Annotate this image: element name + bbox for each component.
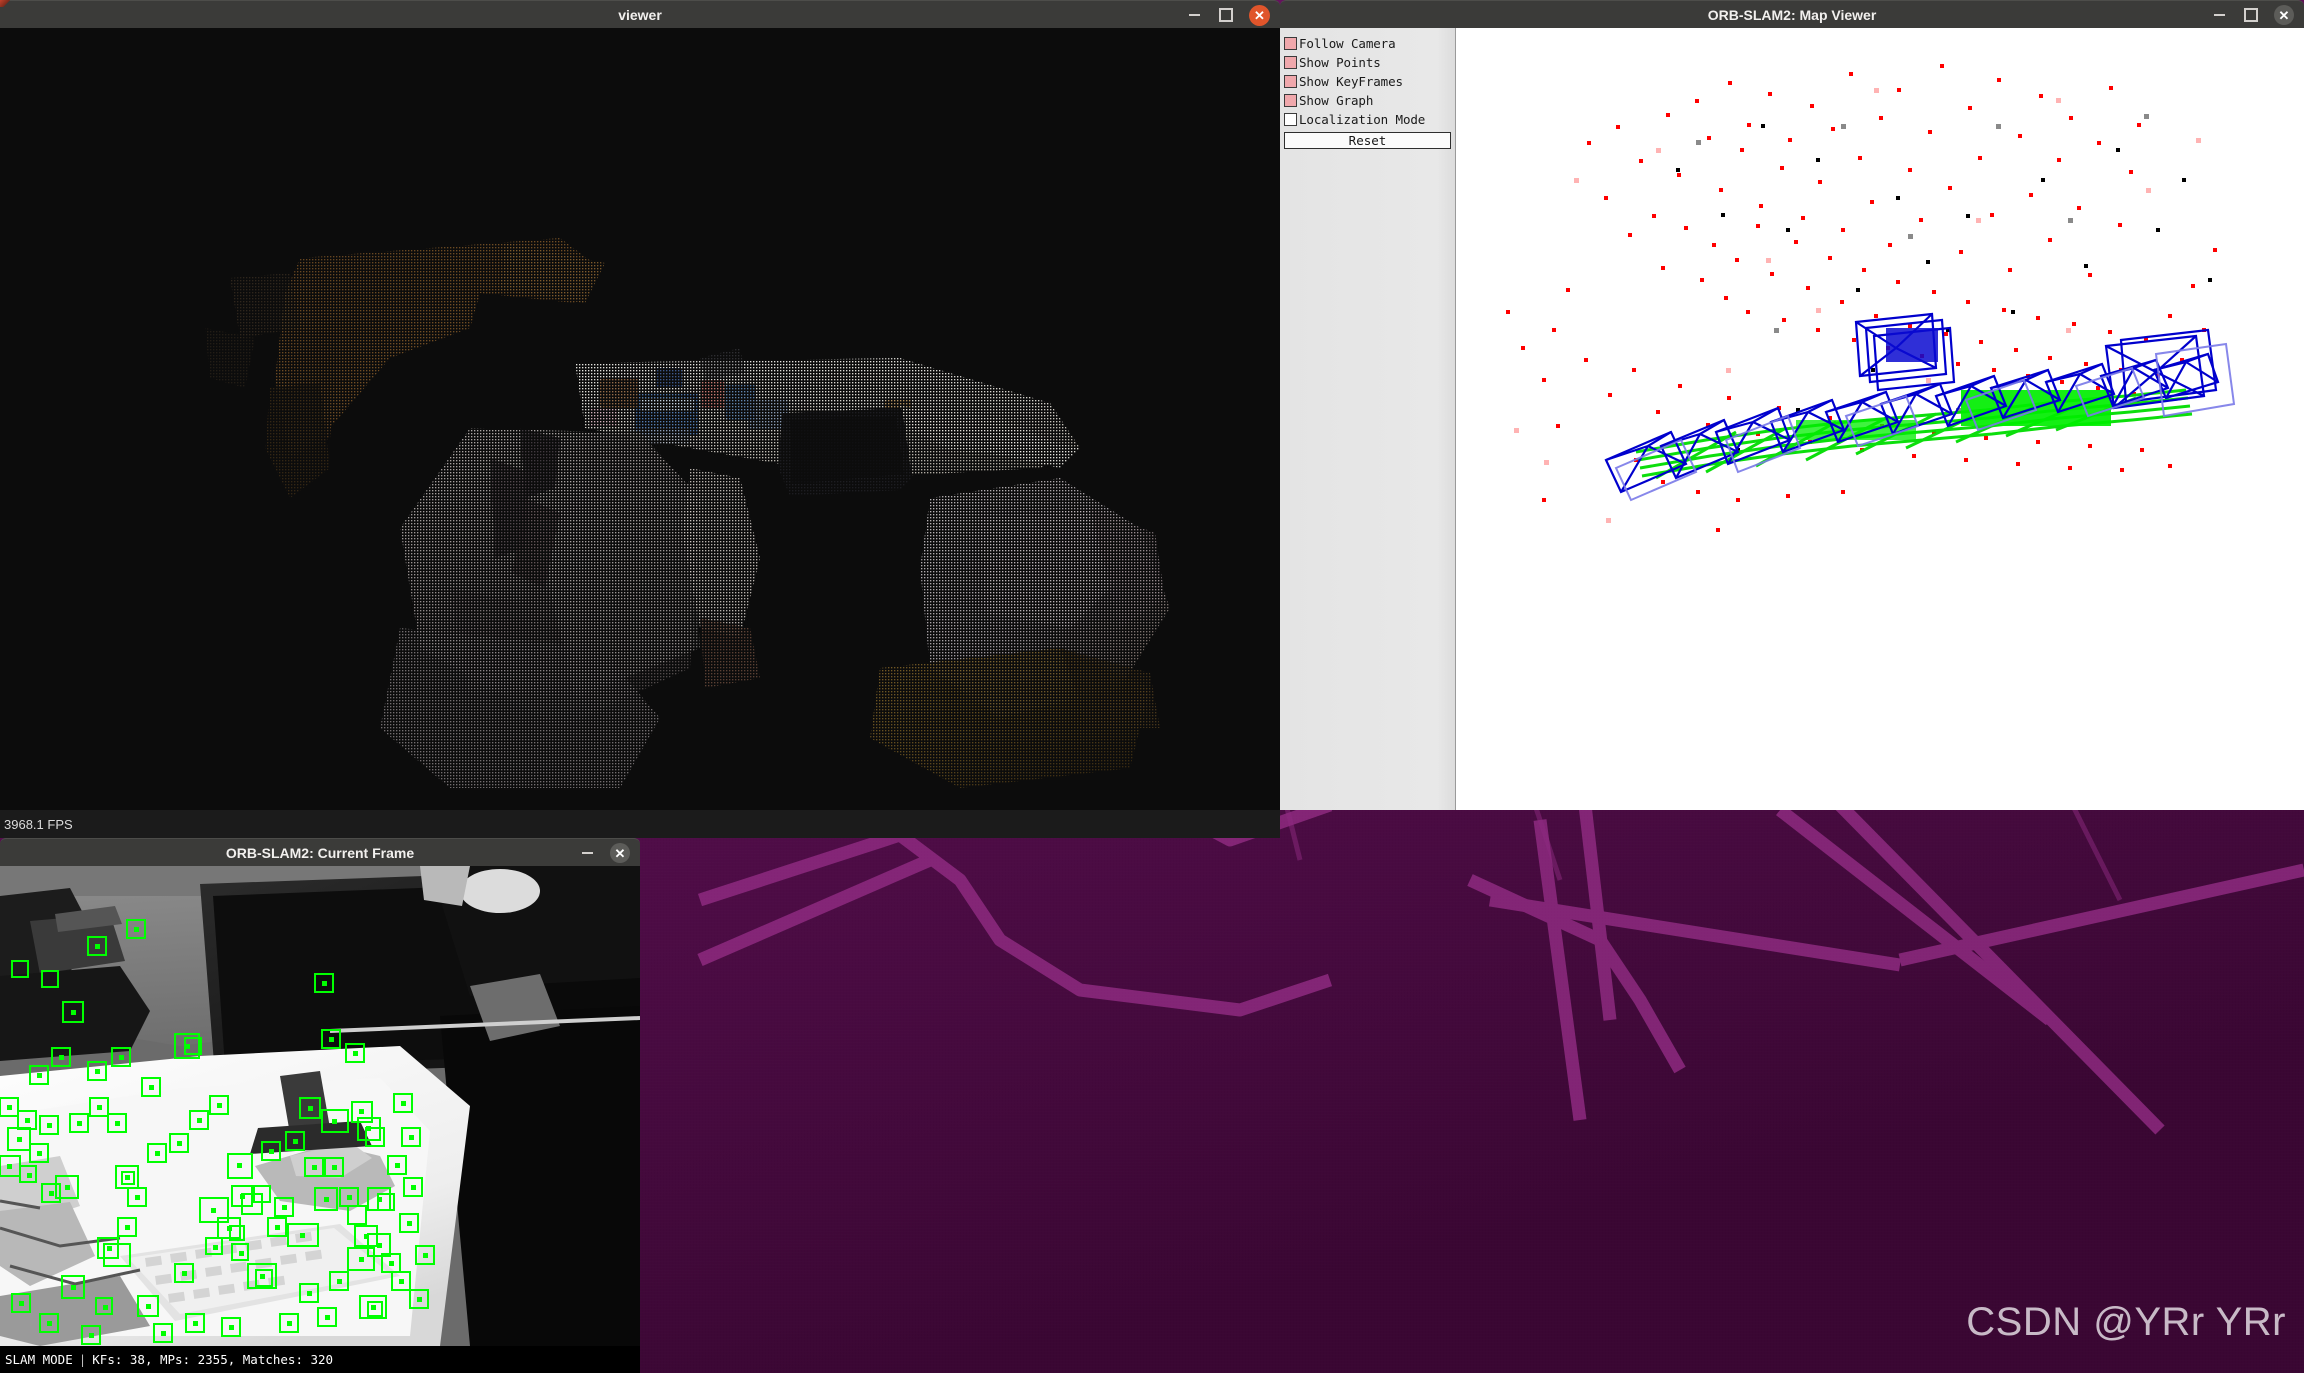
corner-accent <box>0 0 10 7</box>
viewer-window-controls[interactable]: ✕ <box>1185 1 1270 29</box>
minimize-icon[interactable] <box>1185 6 1203 24</box>
checkbox-icon[interactable] <box>1284 75 1297 88</box>
window-viewer[interactable]: viewer ✕ 3968.1 FPS <box>0 0 1280 838</box>
pointcloud-render <box>0 28 1280 810</box>
minimize-icon[interactable] <box>578 844 596 862</box>
maximize-icon[interactable] <box>1217 6 1235 24</box>
checkbox-label: Show Points <box>1299 55 1381 70</box>
window-current-frame[interactable]: ORB-SLAM2: Current Frame ✕ SLAM MODE | K… <box>0 838 640 1373</box>
current-frame-titlebar[interactable]: ORB-SLAM2: Current Frame ✕ <box>0 838 640 866</box>
reset-button-label: Reset <box>1348 133 1387 148</box>
checkbox-label: Show Graph <box>1299 93 1374 108</box>
map-render <box>1456 28 2304 810</box>
checkbox-label: Show KeyFrames <box>1299 74 1403 89</box>
checkbox-icon[interactable] <box>1284 94 1297 107</box>
maximize-icon[interactable] <box>2242 6 2260 24</box>
checkbox-show-points[interactable]: Show Points <box>1284 53 1451 72</box>
map-viewer-control-panel[interactable]: Follow Camera Show Points Show KeyFrames… <box>1280 28 1456 810</box>
viewer-titlebar[interactable]: viewer ✕ <box>0 0 1280 28</box>
close-icon[interactable]: ✕ <box>610 843 630 863</box>
map-viewer-body: Follow Camera Show Points Show KeyFrames… <box>1280 28 2304 810</box>
checkbox-label: Localization Mode <box>1299 112 1426 127</box>
fps-text: 3968.1 FPS <box>4 816 73 832</box>
minimize-icon[interactable] <box>2210 6 2228 24</box>
checkbox-icon[interactable] <box>1284 56 1297 69</box>
current-frame-window-controls[interactable]: ✕ <box>578 839 630 867</box>
viewer-title: viewer <box>618 6 662 23</box>
viewer-fps-status: 3968.1 FPS <box>0 810 1280 838</box>
checkbox-show-keyframes[interactable]: Show KeyFrames <box>1284 72 1451 91</box>
current-frame-image[interactable] <box>0 866 640 1346</box>
csdn-watermark: CSDN @YRr YRr <box>1966 1300 2286 1344</box>
map-viewer-window-controls[interactable]: ✕ <box>2210 1 2294 29</box>
checkbox-icon[interactable] <box>1284 113 1297 126</box>
slam-stats-text: KFs: 38, MPs: 2355, Matches: 320 <box>92 1352 334 1367</box>
desktop: CSDN @YRr YRr viewer ✕ 3968.1 FPS ORB-SL… <box>0 0 2304 1373</box>
current-frame-title: ORB-SLAM2: Current Frame <box>225 844 415 861</box>
checkbox-label: Follow Camera <box>1299 36 1396 51</box>
map-canvas[interactable] <box>1456 28 2304 810</box>
checkbox-follow-camera[interactable]: Follow Camera <box>1284 34 1451 53</box>
checkbox-icon[interactable] <box>1284 37 1297 50</box>
slam-mode-label: SLAM MODE <box>5 1352 73 1367</box>
reset-button[interactable]: Reset <box>1284 132 1451 149</box>
close-icon[interactable]: ✕ <box>2274 5 2294 25</box>
frame-render <box>0 866 640 1346</box>
window-map-viewer[interactable]: ORB-SLAM2: Map Viewer ✕ Follow Camera Sh… <box>1280 0 2304 810</box>
checkbox-show-graph[interactable]: Show Graph <box>1284 91 1451 110</box>
status-separator: | <box>78 1352 87 1367</box>
map-viewer-title: ORB-SLAM2: Map Viewer <box>1707 6 1877 23</box>
current-frame-status-bar: SLAM MODE | KFs: 38, MPs: 2355, Matches:… <box>0 1346 640 1373</box>
pointcloud-canvas[interactable] <box>0 28 1280 810</box>
map-viewer-titlebar[interactable]: ORB-SLAM2: Map Viewer ✕ <box>1280 0 2304 28</box>
checkbox-localization-mode[interactable]: Localization Mode <box>1284 110 1451 129</box>
current-camera <box>1886 328 1938 362</box>
close-icon[interactable]: ✕ <box>1249 4 1270 26</box>
